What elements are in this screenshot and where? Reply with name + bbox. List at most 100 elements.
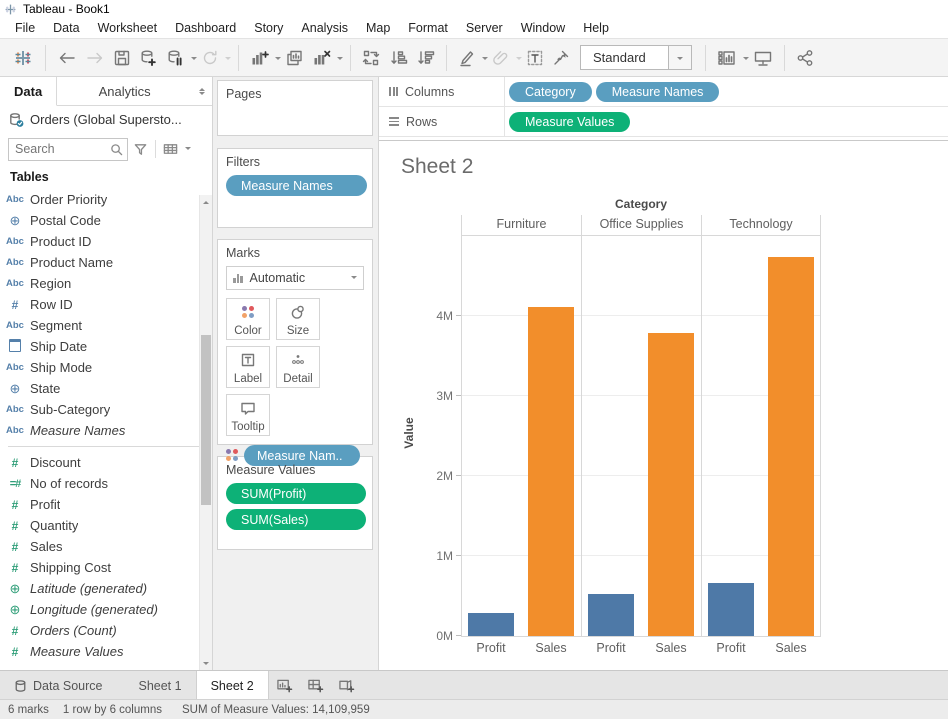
field-product-id[interactable]: AbcProduct ID xyxy=(0,231,212,252)
new-worksheet-button[interactable] xyxy=(246,44,273,72)
run-update-caret[interactable] xyxy=(225,57,231,63)
menu-worksheet[interactable]: Worksheet xyxy=(89,19,167,37)
field-no-of-records[interactable]: =#No of records xyxy=(0,473,212,494)
presentation-mode-button[interactable] xyxy=(749,44,777,72)
field-row-id[interactable]: #Row ID xyxy=(0,294,212,315)
fit-dropdown-caret[interactable] xyxy=(668,46,691,69)
field-measure-names[interactable]: AbcMeasure Names xyxy=(0,420,212,441)
tab-sheet-1[interactable]: Sheet 1 xyxy=(124,671,195,700)
new-data-source-button[interactable] xyxy=(135,44,162,72)
field-region[interactable]: AbcRegion xyxy=(0,273,212,294)
field-longitude-generated[interactable]: ⊕Longitude (generated) xyxy=(0,599,212,620)
bar-profit-furniture[interactable] xyxy=(468,613,514,636)
clear-sheet-caret[interactable] xyxy=(337,57,343,63)
fit-dropdown[interactable]: Standard xyxy=(580,45,692,70)
column-field-header[interactable]: Category xyxy=(461,197,821,215)
clear-sheet-button[interactable] xyxy=(308,44,335,72)
bar-profit-office-supplies[interactable] xyxy=(588,594,634,636)
tooltip-button[interactable]: Tooltip xyxy=(226,394,270,436)
tab-sheet-2[interactable]: Sheet 2 xyxy=(196,671,269,700)
field-latitude-generated[interactable]: ⊕Latitude (generated) xyxy=(0,578,212,599)
new-story-tab-button[interactable] xyxy=(331,671,362,700)
highlight-button[interactable] xyxy=(454,44,480,72)
x-label-profit-office-supplies[interactable]: Profit xyxy=(581,641,641,655)
tab-analytics[interactable]: Analytics xyxy=(57,77,192,105)
x-label-sales-office-supplies[interactable]: Sales xyxy=(641,641,701,655)
pill-category[interactable]: Category xyxy=(509,82,592,102)
swap-rows-columns-button[interactable] xyxy=(358,44,385,72)
field-measure-values[interactable]: #Measure Values xyxy=(0,641,212,662)
tableau-logo[interactable] xyxy=(8,44,38,72)
bar-sales-technology[interactable] xyxy=(768,257,814,636)
field-orders-count[interactable]: #Orders (Count) xyxy=(0,620,212,641)
pill-filter-measure-names[interactable]: Measure Names xyxy=(226,175,367,196)
color-button[interactable]: Color xyxy=(226,298,270,340)
x-label-profit-furniture[interactable]: Profit xyxy=(461,641,521,655)
x-label-sales-technology[interactable]: Sales xyxy=(761,641,821,655)
new-dashboard-tab-button[interactable] xyxy=(300,671,331,700)
view-options-caret[interactable] xyxy=(185,147,191,153)
pill-measure-values[interactable]: Measure Values xyxy=(509,112,630,132)
scroll-up-icon[interactable] xyxy=(200,195,212,207)
data-source-item[interactable]: Orders (Global Supersto... xyxy=(0,106,212,133)
tab-data[interactable]: Data xyxy=(0,77,57,106)
detail-button[interactable]: Detail xyxy=(276,346,320,388)
new-worksheet-tab-button[interactable] xyxy=(269,671,300,700)
menu-server[interactable]: Server xyxy=(457,19,512,37)
field-sub-category[interactable]: AbcSub-Category xyxy=(0,399,212,420)
field-postal-code[interactable]: ⊕Postal Code xyxy=(0,210,212,231)
x-label-sales-furniture[interactable]: Sales xyxy=(521,641,581,655)
menu-dashboard[interactable]: Dashboard xyxy=(166,19,245,37)
field-sales[interactable]: #Sales xyxy=(0,536,212,557)
view-options-icon[interactable] xyxy=(163,142,178,156)
menu-help[interactable]: Help xyxy=(574,19,618,37)
filter-fields-icon[interactable] xyxy=(133,142,148,157)
undo-button[interactable] xyxy=(53,44,81,72)
fields-scrollbar[interactable] xyxy=(199,195,212,671)
x-label-profit-technology[interactable]: Profit xyxy=(701,641,761,655)
duplicate-sheet-button[interactable] xyxy=(281,44,308,72)
run-update-button[interactable] xyxy=(197,44,223,72)
group-members-button[interactable] xyxy=(488,44,514,72)
field-order-priority[interactable]: AbcOrder Priority xyxy=(0,189,212,210)
share-button[interactable] xyxy=(792,44,819,72)
field-segment[interactable]: AbcSegment xyxy=(0,315,212,336)
menu-story[interactable]: Story xyxy=(245,19,292,37)
sort-ascending-button[interactable] xyxy=(385,44,412,72)
search-input[interactable] xyxy=(9,142,110,156)
pill-sum-sales[interactable]: SUM(Sales) xyxy=(226,509,366,530)
field-shipping-cost[interactable]: #Shipping Cost xyxy=(0,557,212,578)
bar-profit-technology[interactable] xyxy=(708,583,754,636)
fix-axes-pin-button[interactable] xyxy=(548,44,574,72)
size-button[interactable]: Size xyxy=(276,298,320,340)
field-state[interactable]: ⊕State xyxy=(0,378,212,399)
y-axis-title[interactable]: Value xyxy=(402,413,416,453)
menu-analysis[interactable]: Analysis xyxy=(292,19,357,37)
scrollbar-thumb[interactable] xyxy=(201,335,211,505)
menu-window[interactable]: Window xyxy=(512,19,574,37)
field-quantity[interactable]: #Quantity xyxy=(0,515,212,536)
tab-data-source[interactable]: Data Source xyxy=(0,671,116,700)
field-ship-date[interactable]: Ship Date xyxy=(0,336,212,357)
search-box[interactable] xyxy=(8,138,128,161)
field-profit[interactable]: #Profit xyxy=(0,494,212,515)
pill-sum-profit[interactable]: SUM(Profit) xyxy=(226,483,366,504)
menu-map[interactable]: Map xyxy=(357,19,399,37)
menu-format[interactable]: Format xyxy=(399,19,457,37)
redo-button[interactable] xyxy=(81,44,109,72)
menu-file[interactable]: File xyxy=(6,19,44,37)
show-hide-cards-button[interactable] xyxy=(713,44,741,72)
column-header-technology[interactable]: Technology xyxy=(701,215,821,235)
mark-type-dropdown[interactable]: Automatic xyxy=(226,266,364,290)
pane-split-icon[interactable] xyxy=(192,77,212,105)
label-button[interactable]: Label xyxy=(226,346,270,388)
field-ship-mode[interactable]: AbcShip Mode xyxy=(0,357,212,378)
bar-sales-furniture[interactable] xyxy=(528,307,574,636)
bar-sales-office-supplies[interactable] xyxy=(648,333,694,636)
pause-auto-updates-button[interactable] xyxy=(162,44,189,72)
show-mark-labels-button[interactable] xyxy=(522,44,548,72)
save-button[interactable] xyxy=(109,44,135,72)
sort-descending-button[interactable] xyxy=(412,44,439,72)
column-header-furniture[interactable]: Furniture xyxy=(461,215,581,235)
pill-measure-names[interactable]: Measure Names xyxy=(596,82,720,102)
